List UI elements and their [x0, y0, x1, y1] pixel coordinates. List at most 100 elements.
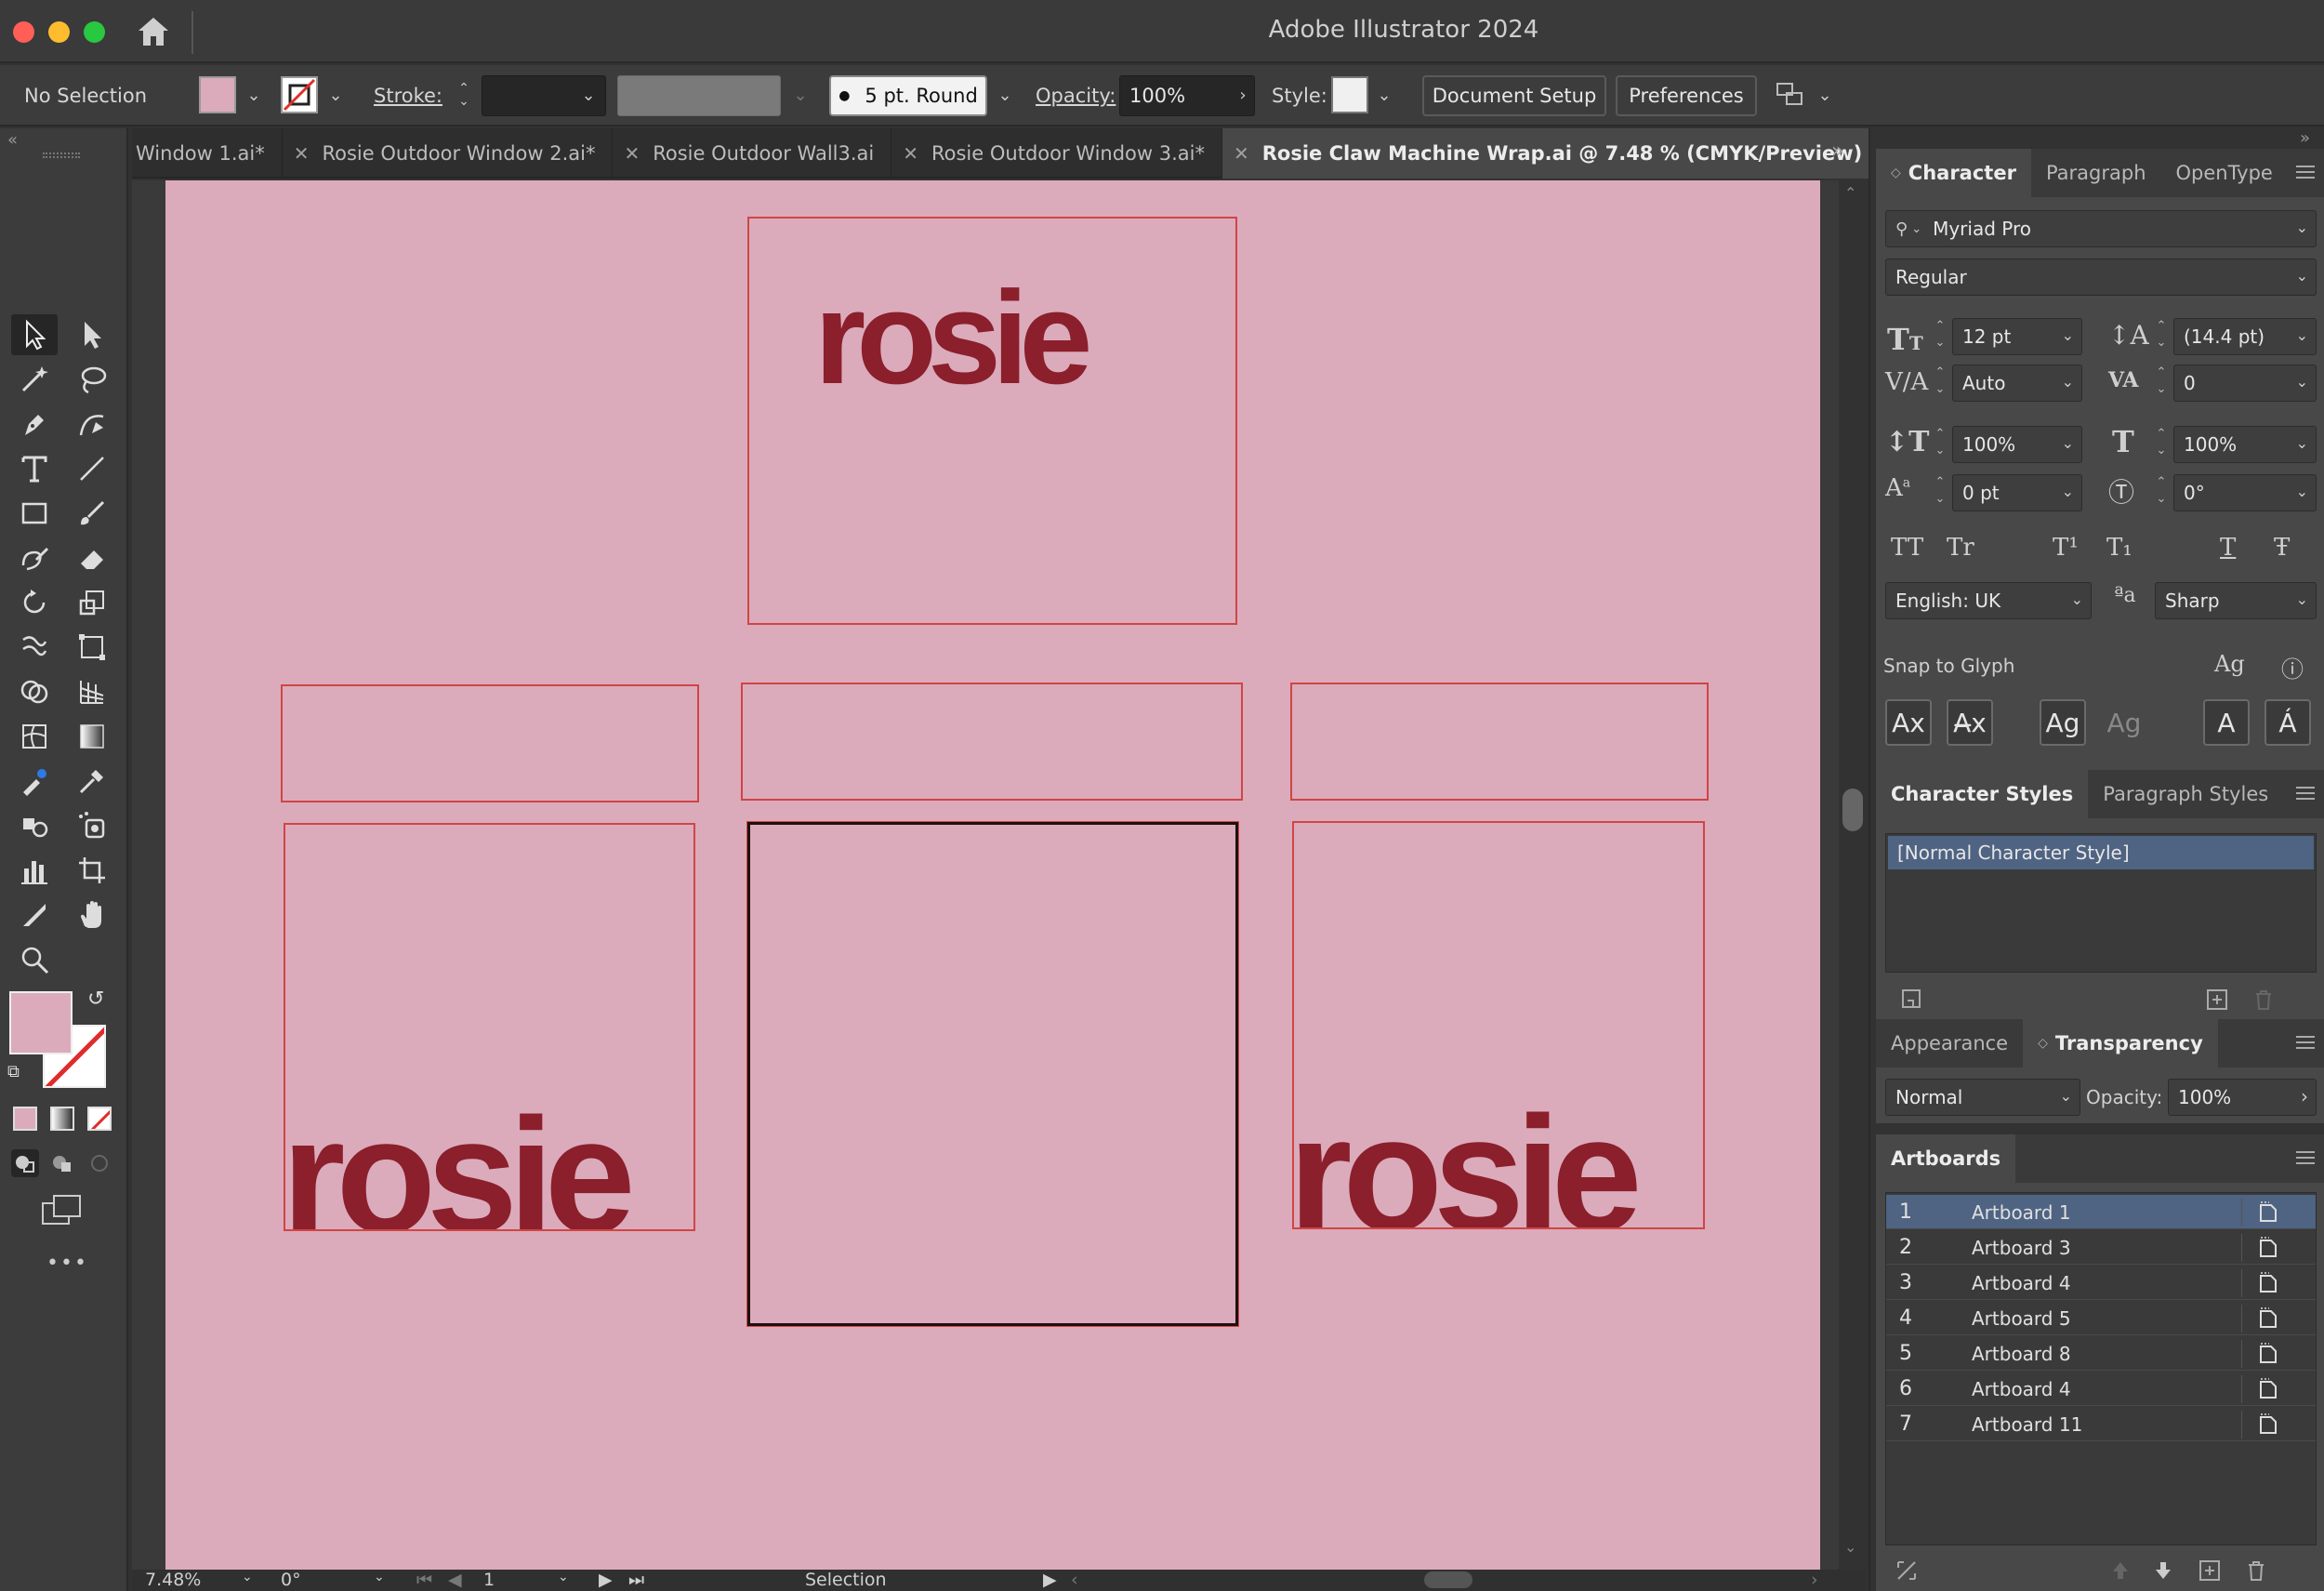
- arrange-documents-icon[interactable]: [1774, 78, 1807, 112]
- artboard-row[interactable]: 1 Artboard 1: [1886, 1195, 2316, 1229]
- scroll-up-icon[interactable]: ⌃: [1844, 184, 1856, 202]
- font-size-field[interactable]: 12 pt ⌄: [1952, 318, 2082, 355]
- free-transform-tool[interactable]: [69, 627, 115, 668]
- profile-dropdown[interactable]: ⌄: [786, 76, 814, 113]
- underline-button[interactable]: T: [2220, 534, 2236, 562]
- info-icon[interactable]: ⓘ: [2281, 651, 2304, 683]
- tab-character-styles[interactable]: Character Styles: [1876, 770, 2089, 818]
- baseline-shift-field[interactable]: 0 pt ⌄: [1952, 474, 2082, 511]
- curvature-tool[interactable]: [69, 404, 115, 444]
- scroll-down-icon[interactable]: ⌄: [1844, 1538, 1856, 1556]
- stroke-weight-stepper[interactable]: ⌃ ⌄: [450, 76, 478, 113]
- arrange-dropdown[interactable]: ⌄: [1811, 76, 1839, 113]
- close-tab-icon[interactable]: ✕: [294, 142, 310, 165]
- document-tab[interactable]: Window 1.ai*: [132, 128, 283, 179]
- leading-field[interactable]: (14.4 pt) ⌄: [2173, 318, 2317, 355]
- document-tab[interactable]: ✕ Rosie Outdoor Window 3.ai*: [891, 128, 1222, 179]
- artboard-header-right[interactable]: [1290, 683, 1709, 801]
- first-artboard-icon[interactable]: ⏮: [416, 1570, 432, 1590]
- shape-builder-tool[interactable]: [11, 671, 58, 712]
- delete-style-icon[interactable]: [2251, 988, 2276, 1012]
- hand-tool[interactable]: [69, 895, 115, 935]
- style-dropdown[interactable]: ⌄: [1370, 76, 1398, 113]
- shaper-tool[interactable]: [11, 537, 58, 578]
- zoom-tool[interactable]: [11, 939, 58, 980]
- edit-toolbar-icon[interactable]: •••: [46, 1252, 88, 1275]
- artboard-row[interactable]: 7 Artboard 11: [1886, 1407, 2316, 1441]
- tab-transparency[interactable]: ◇ Transparency: [2023, 1019, 2218, 1067]
- lasso-tool[interactable]: [69, 359, 115, 400]
- artboard-row[interactable]: 6 Artboard 4: [1886, 1372, 2316, 1406]
- artboard-options-icon[interactable]: [2258, 1377, 2278, 1399]
- pen-tool[interactable]: [11, 404, 58, 444]
- artboard-options-icon[interactable]: [2258, 1236, 2278, 1258]
- zoom-dropdown-icon[interactable]: ⌄: [242, 1570, 253, 1584]
- tab-paragraph[interactable]: Paragraph: [2031, 149, 2161, 197]
- snap-proximity-button[interactable]: Ag: [2101, 699, 2147, 746]
- rotation-dropdown-icon[interactable]: ⌄: [374, 1570, 385, 1584]
- horizontal-scroll-thumb[interactable]: [1424, 1571, 1472, 1588]
- load-styles-icon[interactable]: [1900, 988, 1924, 1012]
- snap-glyph-bounds-button[interactable]: Ag: [2040, 699, 2086, 746]
- artboard-options-icon[interactable]: [2258, 1342, 2278, 1364]
- new-artboard-icon[interactable]: [2198, 1558, 2222, 1583]
- strikethrough-button[interactable]: Ŧ: [2274, 534, 2290, 562]
- document-tab-active[interactable]: ✕ Rosie Claw Machine Wrap.ai @ 7.48 % (C…: [1222, 128, 1881, 179]
- default-fill-stroke-icon[interactable]: ⧉: [7, 1062, 20, 1081]
- artboard-number[interactable]: 1: [483, 1570, 495, 1590]
- scale-tool[interactable]: [69, 582, 115, 623]
- artboard-header-center[interactable]: [741, 683, 1243, 801]
- glyph-options-icon[interactable]: Ag: [2214, 651, 2245, 677]
- artboard-row[interactable]: 2 Artboard 3: [1886, 1230, 2316, 1265]
- gradient-tool[interactable]: [69, 716, 115, 757]
- swap-fill-stroke-icon[interactable]: ↺: [87, 988, 104, 1011]
- previous-artboard-icon[interactable]: ◀: [448, 1570, 462, 1590]
- kerning-field[interactable]: Auto ⌄: [1952, 365, 2082, 402]
- stroke-label[interactable]: Stroke:: [374, 65, 442, 126]
- scrollbar-thumb[interactable]: [1842, 789, 1863, 831]
- transparency-opacity-field[interactable]: 100% ›: [2168, 1079, 2317, 1116]
- snap-anchor-button[interactable]: Á: [2265, 699, 2311, 746]
- vertical-scale-field[interactable]: 100% ⌄: [1952, 426, 2082, 463]
- brush-definition[interactable]: ● 5 pt. Round: [829, 75, 987, 116]
- tab-paragraph-styles[interactable]: Paragraph Styles: [2088, 770, 2283, 818]
- paintbrush-tool[interactable]: [69, 493, 115, 534]
- tab-character[interactable]: ◇ Character: [1876, 149, 2031, 197]
- type-tool[interactable]: [11, 448, 58, 489]
- toolbar-grip[interactable]: [43, 152, 80, 158]
- artboard-options-icon[interactable]: [2258, 1306, 2278, 1329]
- character-rotation-field[interactable]: 0° ⌄: [2173, 474, 2317, 511]
- fill-dropdown[interactable]: ⌄: [240, 76, 268, 113]
- graphic-style-swatch[interactable]: [1331, 76, 1368, 113]
- blend-tool[interactable]: [11, 761, 58, 802]
- kerning-stepper[interactable]: ⌃ ⌄: [1932, 365, 1948, 402]
- slice-tool[interactable]: [11, 895, 58, 935]
- zoom-level[interactable]: 7.48%: [145, 1570, 201, 1590]
- variable-width-profile[interactable]: [617, 75, 781, 116]
- selection-tool[interactable]: [11, 314, 58, 355]
- warp-tool[interactable]: [11, 627, 58, 668]
- vertical-scrollbar[interactable]: [1839, 180, 1867, 1570]
- vertical-scale-stepper[interactable]: ⌃ ⌄: [1932, 426, 1948, 463]
- fill-swatch[interactable]: [199, 76, 236, 113]
- close-tab-icon[interactable]: ✕: [1234, 142, 1249, 165]
- live-paint-bucket-tool[interactable]: [11, 805, 58, 846]
- status-arrow-icon[interactable]: ▶: [1043, 1570, 1057, 1590]
- panel-menu-icon[interactable]: [2296, 162, 2315, 180]
- delete-artboard-icon[interactable]: [2244, 1558, 2268, 1583]
- tab-appearance[interactable]: Appearance: [1876, 1019, 2023, 1067]
- artboard-row[interactable]: 5 Artboard 8: [1886, 1336, 2316, 1371]
- draw-inside-icon[interactable]: [86, 1149, 113, 1177]
- tab-artboards[interactable]: Artboards: [1876, 1134, 2016, 1183]
- artboard-options-icon[interactable]: [2258, 1271, 2278, 1293]
- character-rotation-stepper[interactable]: ⌃ ⌄: [2153, 474, 2170, 511]
- font-family-dropdown[interactable]: ⚲ ⌄ Myriad Pro ⌄: [1885, 210, 2317, 247]
- current-tool-status[interactable]: Selection: [805, 1570, 887, 1590]
- all-caps-button[interactable]: TT: [1891, 534, 1923, 562]
- blend-mode-dropdown[interactable]: Normal ⌄: [1885, 1079, 2080, 1116]
- draw-behind-icon[interactable]: [48, 1149, 76, 1177]
- close-tab-icon[interactable]: ✕: [903, 142, 918, 165]
- perspective-grid-tool[interactable]: [69, 671, 115, 712]
- move-up-icon[interactable]: [2108, 1558, 2133, 1583]
- symbol-sprayer-tool[interactable]: [69, 805, 115, 846]
